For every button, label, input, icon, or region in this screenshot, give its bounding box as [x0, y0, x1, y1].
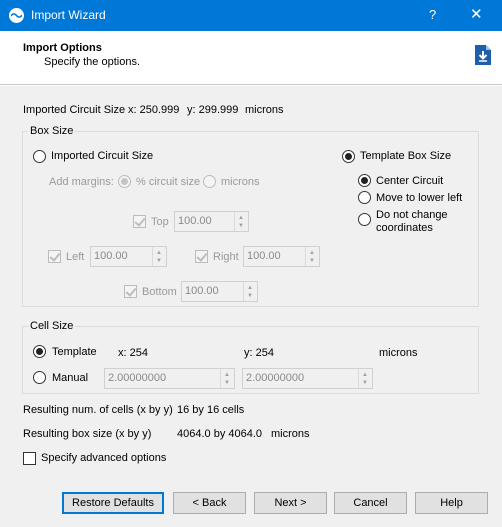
circuit-size-x: x: 250.999: [128, 104, 180, 116]
right-margin-spinbox[interactable]: 100.00 ▲ ▼: [243, 246, 320, 267]
app-wave-icon: [9, 8, 24, 23]
result-box-value: 4064.0 by 4064.0: [177, 428, 263, 440]
cell-manual-radio[interactable]: [33, 371, 46, 384]
center-circuit-label[interactable]: Center Circuit: [376, 175, 443, 187]
cell-template-label[interactable]: Template: [52, 346, 97, 358]
back-button[interactable]: < Back: [173, 492, 246, 514]
left-margin-spinbox[interactable]: 100.00 ▲ ▼: [90, 246, 167, 267]
microns-label[interactable]: microns: [221, 176, 260, 188]
microns-radio[interactable]: [203, 175, 216, 188]
bottom-margin-value: 100.00: [185, 285, 219, 297]
advanced-options-checkbox[interactable]: [23, 452, 36, 465]
cell-manual-label[interactable]: Manual: [52, 372, 88, 384]
imported-circuit-size-label[interactable]: Imported Circuit Size: [51, 150, 153, 162]
top-margin-label: Top: [151, 216, 169, 228]
cell-template-y: y: 254: [244, 347, 274, 359]
left-margin-checkbox[interactable]: [48, 250, 61, 263]
cell-manual-y-value: 2.00000000: [246, 372, 305, 384]
template-box-size-label[interactable]: Template Box Size: [360, 150, 451, 162]
box-size-group-label: Box Size: [28, 125, 76, 137]
result-box-label: Resulting box size (x by y): [23, 428, 152, 440]
title-bar: Import Wizard ? ✕: [0, 0, 502, 31]
do-not-change-label-line1[interactable]: Do not change: [376, 209, 448, 221]
circuit-size-label: Imported Circuit Size: [23, 104, 126, 116]
cell-manual-x-spinbox[interactable]: 2.00000000 ▲ ▼: [104, 368, 235, 389]
right-margin-checkbox[interactable]: [195, 250, 208, 263]
help-title-button[interactable]: ?: [429, 7, 436, 22]
cell-template-x: x: 254: [118, 347, 148, 359]
cell-size-group-label: Cell Size: [28, 320, 76, 332]
bottom-margin-checkbox[interactable]: [124, 285, 137, 298]
next-button[interactable]: Next >: [254, 492, 327, 514]
window-title: Import Wizard: [31, 8, 106, 22]
result-box-unit: microns: [271, 428, 310, 440]
wizard-header: Import Options Specify the options.: [0, 31, 502, 85]
page-title: Import Options: [23, 42, 102, 54]
cell-template-radio[interactable]: [33, 345, 46, 358]
left-margin-spin-arrows[interactable]: ▲ ▼: [152, 247, 166, 266]
page-subtitle: Specify the options.: [44, 56, 141, 68]
do-not-change-radio[interactable]: [358, 213, 371, 226]
top-margin-checkbox[interactable]: [133, 215, 146, 228]
move-lower-left-label[interactable]: Move to lower left: [376, 192, 462, 204]
close-button[interactable]: ✕: [470, 5, 483, 23]
circuit-size-unit: microns: [245, 104, 284, 116]
restore-defaults-button[interactable]: Restore Defaults: [62, 492, 164, 514]
circuit-size-y: y: 299.999: [187, 104, 239, 116]
percent-circuit-size-radio[interactable]: [118, 175, 131, 188]
right-margin-spin-arrows[interactable]: ▲ ▼: [305, 247, 319, 266]
bottom-margin-label: Bottom: [142, 286, 177, 298]
result-cells-label: Resulting num. of cells (x by y): [23, 404, 173, 416]
help-button[interactable]: Help: [415, 492, 488, 514]
cell-manual-x-value: 2.00000000: [108, 372, 167, 384]
top-margin-spinbox[interactable]: 100.00 ▲ ▼: [174, 211, 249, 232]
bottom-margin-spinbox[interactable]: 100.00 ▲ ▼: [181, 281, 258, 302]
add-margins-label: Add margins:: [49, 176, 114, 188]
cell-template-unit: microns: [379, 347, 418, 359]
top-margin-spin-arrows[interactable]: ▲ ▼: [234, 212, 248, 231]
cell-manual-x-spin-arrows[interactable]: ▲ ▼: [220, 369, 234, 388]
top-margin-value: 100.00: [178, 215, 212, 227]
left-margin-value: 100.00: [94, 250, 128, 262]
wizard-body: Imported Circuit Size x: 250.999 y: 299.…: [0, 86, 502, 527]
center-circuit-radio[interactable]: [358, 174, 371, 187]
percent-circuit-size-label[interactable]: % circuit size: [136, 176, 200, 188]
result-cells-value: 16 by 16 cells: [177, 404, 245, 416]
import-document-icon: [474, 44, 492, 69]
do-not-change-label-line2[interactable]: coordinates: [376, 222, 433, 234]
bottom-margin-spin-arrows[interactable]: ▲ ▼: [243, 282, 257, 301]
cell-manual-y-spinbox[interactable]: 2.00000000 ▲ ▼: [242, 368, 373, 389]
advanced-options-label[interactable]: Specify advanced options: [41, 452, 166, 464]
right-margin-label: Right: [213, 251, 239, 263]
left-margin-label: Left: [66, 251, 85, 263]
move-lower-left-radio[interactable]: [358, 191, 371, 204]
cell-manual-y-spin-arrows[interactable]: ▲ ▼: [358, 369, 372, 388]
cancel-button[interactable]: Cancel: [334, 492, 407, 514]
template-box-size-radio[interactable]: [342, 150, 355, 163]
imported-circuit-size-radio[interactable]: [33, 150, 46, 163]
right-margin-value: 100.00: [247, 250, 281, 262]
